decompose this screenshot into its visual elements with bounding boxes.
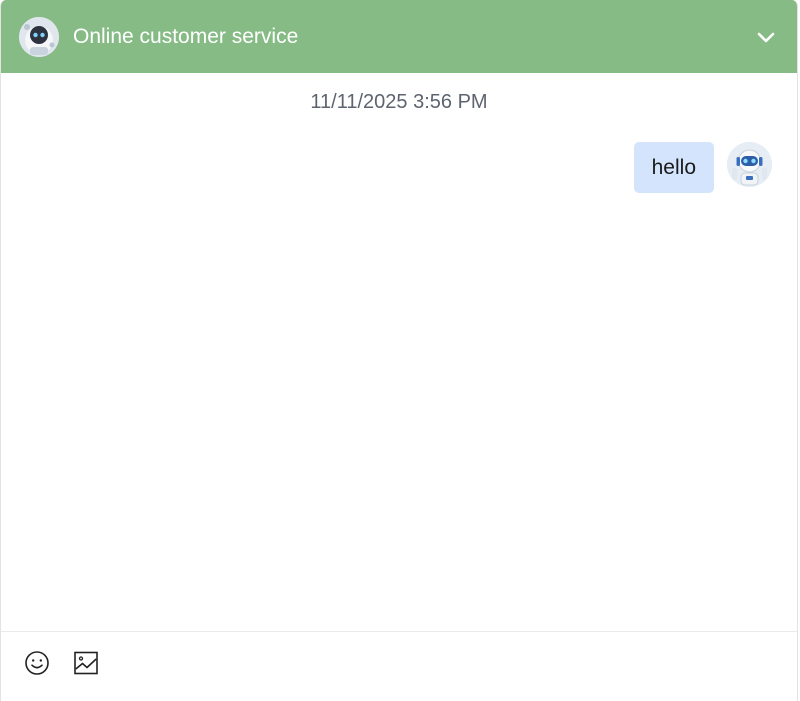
message-list[interactable]: 11/11/2025 3:56 PM hello	[1, 73, 797, 631]
chevron-down-icon	[757, 32, 775, 42]
image-icon	[74, 651, 98, 675]
emoji-button[interactable]	[24, 650, 50, 676]
smiley-icon	[25, 651, 49, 675]
chat-title: Online customer service	[73, 24, 299, 48]
image-upload-button[interactable]	[73, 650, 99, 676]
robot-avatar-icon	[19, 16, 59, 57]
chat-window: Online customer service 11/11/2025 3:56 …	[0, 0, 798, 701]
chat-header: Online customer service	[1, 0, 797, 73]
message-timestamp: 11/11/2025 3:56 PM	[310, 91, 488, 113]
message-row: hello	[633, 142, 772, 193]
message-bubble: hello	[633, 142, 714, 193]
composer-toolbar	[1, 631, 797, 701]
collapse-button[interactable]	[753, 24, 779, 50]
robot-avatar-icon	[727, 142, 772, 187]
